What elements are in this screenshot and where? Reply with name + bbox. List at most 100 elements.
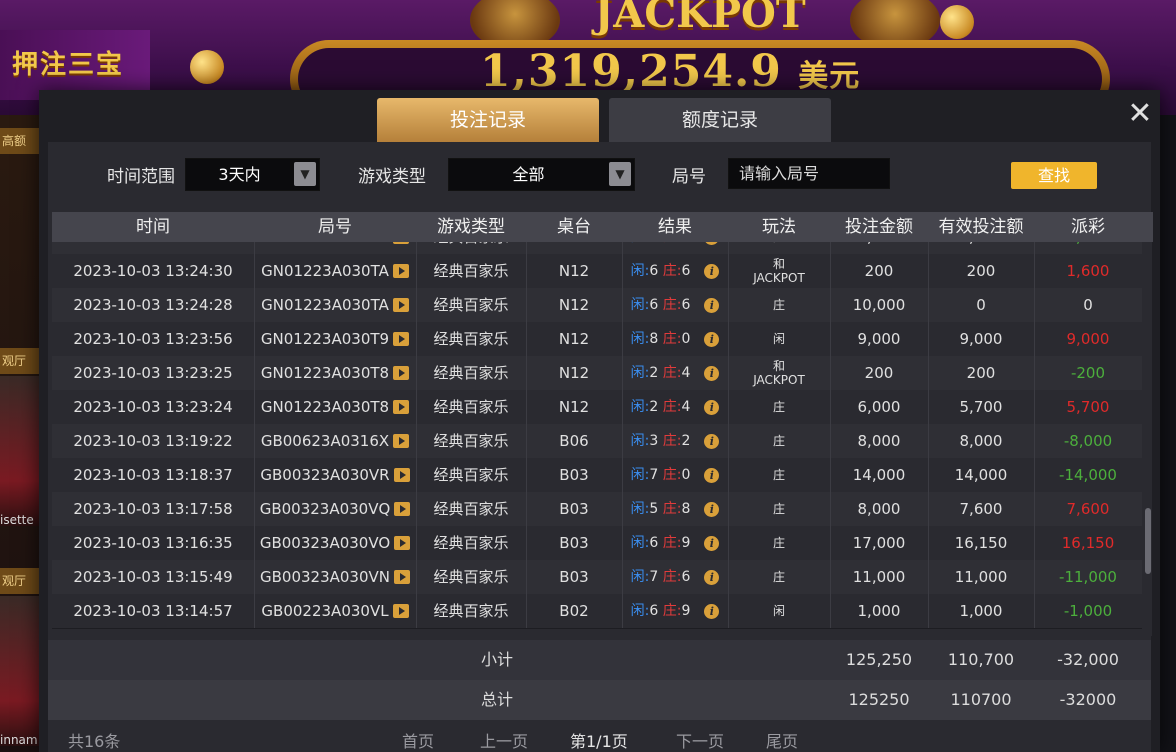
cell-valid-bet: 5,000: [928, 242, 1035, 254]
play-video-icon[interactable]: [393, 366, 410, 380]
table-row[interactable]: 2023-10-03 13:19:22 GB00623A0316X 经典百家乐 B06…: [52, 424, 1142, 459]
play-video-icon[interactable]: [393, 242, 410, 244]
round-id: GB00223A030VL: [261, 602, 389, 620]
table-row[interactable]: 2023-10-03 13:23:56 GN01223A030T9 经典百家乐 N12…: [52, 322, 1142, 357]
page-next-button[interactable]: 下一页: [676, 728, 724, 752]
info-icon[interactable]: i: [704, 264, 720, 279]
close-icon[interactable]: ✕: [1125, 99, 1155, 130]
record-count: 共16条: [68, 732, 121, 751]
cell-result: 闲:3 庄:2 i: [622, 424, 729, 458]
page-prev-button[interactable]: 上一页: [480, 728, 528, 752]
result-banker-value: 9: [681, 535, 691, 551]
page-first-button[interactable]: 首页: [402, 728, 434, 752]
table-row[interactable]: 2023-10-03 13:23:25 GN01223A030T8 经典百家乐 N12…: [52, 356, 1142, 391]
table-row[interactable]: 2023-10-03 13:16:35 GB00323A030VO 经典百家乐 B03…: [52, 526, 1142, 561]
subtotal-payout: -32,000: [1057, 650, 1119, 669]
table-row[interactable]: 2023-10-03 13:14:57 GB00223A030VL 经典百家乐 B02…: [52, 594, 1142, 629]
info-icon[interactable]: i: [704, 242, 720, 245]
dealer-photo[interactable]: [0, 376, 40, 526]
game-type-select[interactable]: 全部 ▼: [448, 158, 635, 191]
cell-play: 庄: [728, 560, 831, 594]
pagination: 共16条 首页 上一页 第1/1页 下一页 尾页: [48, 720, 1151, 752]
result-player-label: 闲:: [630, 263, 650, 279]
col-result: 结果: [658, 217, 692, 237]
scrollbar-thumb[interactable]: [1145, 508, 1151, 574]
result-banker-label: 庄:: [662, 433, 682, 449]
play-video-icon[interactable]: [392, 604, 409, 618]
info-icon[interactable]: i: [704, 366, 720, 381]
tab-credit-records[interactable]: 额度记录: [609, 98, 831, 142]
cell-valid-bet: 16,150: [928, 526, 1035, 560]
sanbao-banner-text: 押注三宝: [12, 50, 125, 80]
cell-time: 2023-10-03 13:26:11: [52, 242, 255, 254]
info-icon[interactable]: i: [704, 604, 720, 619]
play-video-icon[interactable]: [393, 400, 410, 414]
play-video-icon[interactable]: [392, 298, 409, 312]
cell-game-type: 经典百家乐: [416, 594, 527, 628]
jackpot-currency: 美元: [798, 59, 861, 94]
round-id: GN01223A030TA: [261, 296, 389, 314]
cell-table: N12: [526, 242, 623, 254]
search-button[interactable]: 查找: [1011, 162, 1097, 189]
cell-bet: 200: [830, 254, 929, 288]
table-row[interactable]: 2023-10-03 13:18:37 GB00323A030VR 经典百家乐 B03…: [52, 458, 1142, 493]
info-icon[interactable]: i: [704, 332, 720, 347]
info-icon[interactable]: i: [704, 570, 720, 585]
cell-play: 庄: [728, 492, 831, 526]
side-tag-hall: 观厅: [0, 568, 40, 594]
page-last-button[interactable]: 尾页: [766, 728, 798, 752]
result-player-value: 2: [649, 399, 659, 415]
play-video-icon[interactable]: [394, 502, 411, 516]
dealer-name: isette: [0, 513, 34, 527]
cell-valid-bet: 200: [928, 356, 1035, 390]
round-id: GN01223A030TB: [261, 242, 390, 246]
cell-game-type: 经典百家乐: [416, 288, 527, 322]
table-scrollbar[interactable]: [1144, 242, 1152, 636]
table-row[interactable]: 2023-10-03 13:24:28 GN01223A030TA 经典百家乐 N12…: [52, 288, 1142, 323]
dealer-photo[interactable]: [0, 596, 40, 746]
subtotal-bet: 125,250: [845, 650, 913, 669]
jackpot-title: JACKPOT: [594, 0, 806, 37]
table-row[interactable]: 2023-10-03 13:24:30 GN01223A030TA 经典百家乐 N12…: [52, 254, 1142, 289]
result-banker-label: 庄:: [663, 242, 682, 245]
table-row[interactable]: 2023-10-03 13:15:49 GB00323A030VN 经典百家乐 B03…: [52, 560, 1142, 595]
cell-time: 2023-10-03 13:18:37: [52, 458, 255, 492]
info-icon[interactable]: i: [704, 400, 720, 415]
result-banker-label: 庄:: [662, 603, 682, 619]
cell-payout: 5,700: [1066, 398, 1110, 416]
cell-round: GN01223A030T8: [254, 356, 417, 390]
cell-time: 2023-10-03 13:16:35: [52, 526, 255, 560]
round-id: GB00623A0316X: [260, 432, 390, 450]
tab-bet-records[interactable]: 投注记录: [377, 98, 599, 142]
cell-payout: 1,600: [1066, 262, 1110, 280]
cell-result: 闲:6 庄:9 i: [622, 594, 729, 628]
subtotal-valid: 110,700: [947, 650, 1015, 669]
cell-time: 2023-10-03 13:19:22: [52, 424, 255, 458]
cell-game-type: 经典百家乐: [416, 242, 527, 254]
round-id: GN01223A030T9: [260, 330, 390, 348]
cell-bet: 17,000: [830, 526, 929, 560]
col-play: 玩法: [762, 217, 796, 237]
result-player-label: 闲:: [630, 433, 650, 449]
info-icon[interactable]: i: [704, 298, 720, 313]
round-input[interactable]: [728, 158, 890, 189]
play-video-icon[interactable]: [393, 434, 410, 448]
info-icon[interactable]: i: [704, 468, 720, 483]
time-range-select[interactable]: 3天内 ▼: [185, 158, 320, 191]
play-video-icon[interactable]: [393, 332, 410, 346]
info-icon[interactable]: i: [704, 434, 720, 449]
info-icon[interactable]: i: [704, 502, 720, 517]
cell-round: GN01223A030TA: [254, 254, 417, 288]
table-row[interactable]: 2023-10-03 13:17:58 GB00323A030VQ 经典百家乐 B03…: [52, 492, 1142, 527]
table-row[interactable]: 2023-10-03 13:23:24 GN01223A030T8 经典百家乐 N12…: [52, 390, 1142, 425]
play-video-icon[interactable]: [394, 536, 411, 550]
cell-payout: -14,000: [1059, 466, 1117, 484]
play-video-icon[interactable]: [394, 570, 410, 584]
bet-records-modal: 投注记录 额度记录 ✕ 时间范围 3天内 ▼ 游戏类型 全部 ▼ 局号 查找 时…: [39, 90, 1160, 752]
side-tag-hall: 观厅: [0, 348, 40, 374]
play-video-icon[interactable]: [392, 264, 409, 278]
info-icon[interactable]: i: [704, 536, 720, 551]
cell-result: 闲:6 庄:6 i: [622, 288, 729, 322]
play-video-icon[interactable]: [393, 468, 410, 482]
cell-play: 和 JACKPOT: [728, 356, 831, 390]
